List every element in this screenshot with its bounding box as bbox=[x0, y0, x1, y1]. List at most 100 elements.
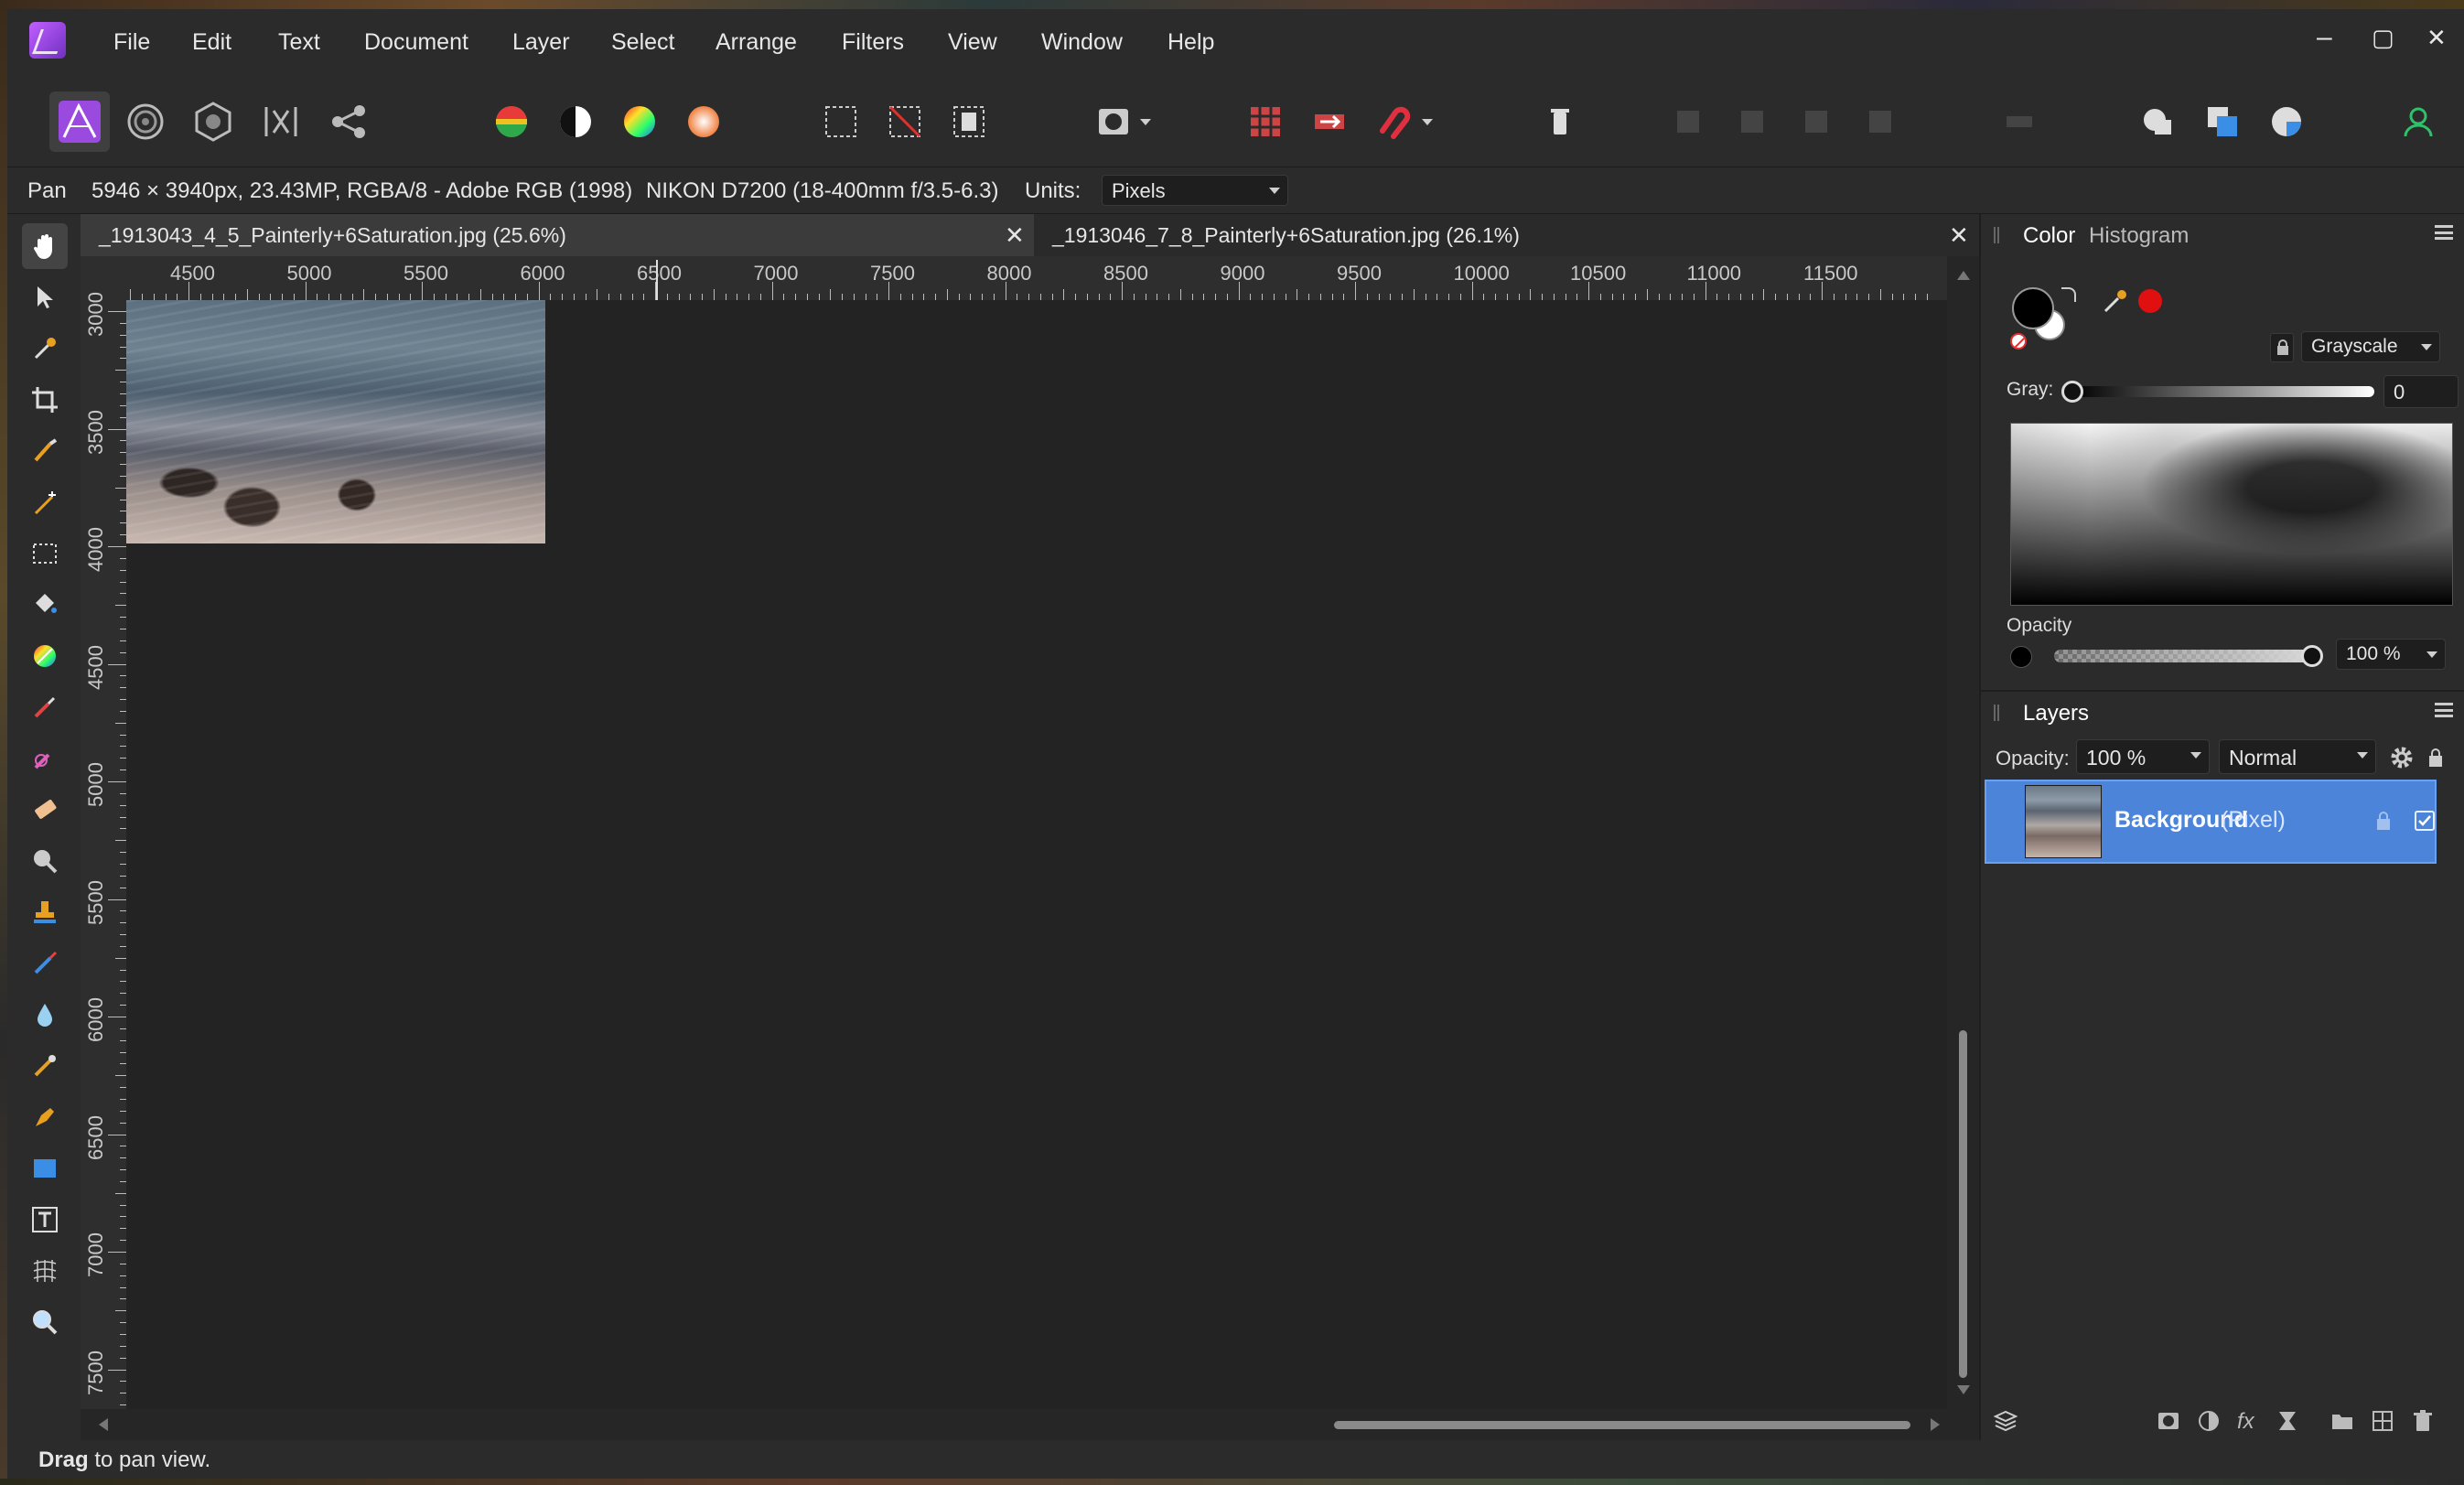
canvas-area[interactable] bbox=[126, 300, 1947, 1409]
menu-file[interactable]: File bbox=[113, 29, 150, 56]
folder-icon[interactable] bbox=[2330, 1409, 2354, 1433]
adjustment-layer-icon[interactable] bbox=[2197, 1409, 2221, 1433]
selection-brush-tool[interactable] bbox=[22, 428, 68, 474]
arrange-back-button[interactable] bbox=[1658, 91, 1718, 152]
panel-grip-icon[interactable] bbox=[1994, 227, 1999, 243]
swap-colors-icon[interactable] bbox=[2061, 287, 2076, 302]
live-filter-icon[interactable] bbox=[2276, 1409, 2299, 1433]
flood-select-tool[interactable] bbox=[22, 479, 68, 525]
layer-row-background[interactable]: Background (Pixel) bbox=[1985, 780, 2437, 864]
tab-histogram[interactable]: Histogram bbox=[2089, 223, 2189, 249]
mask-layer-icon[interactable] bbox=[2157, 1409, 2180, 1433]
menu-help[interactable]: Help bbox=[1167, 29, 1214, 56]
dodge-tool[interactable] bbox=[22, 838, 68, 884]
minimize-button[interactable]: ‒ bbox=[2317, 22, 2332, 53]
gray-slider[interactable] bbox=[2072, 386, 2374, 397]
layer-lock-icon[interactable] bbox=[2374, 809, 2393, 833]
layer-visibility-checkbox[interactable] bbox=[2415, 811, 2435, 831]
trash-icon[interactable] bbox=[2411, 1409, 2435, 1433]
vertical-scrollbar[interactable] bbox=[1947, 256, 1979, 1409]
hsl-button[interactable] bbox=[609, 91, 670, 152]
erase-brush-tool[interactable] bbox=[22, 787, 68, 833]
horizontal-scrollbar[interactable] bbox=[81, 1409, 1979, 1440]
gray-slider-knob[interactable] bbox=[2061, 381, 2083, 403]
lock-icon[interactable] bbox=[2424, 743, 2448, 772]
gradient-tool[interactable] bbox=[22, 633, 68, 679]
lock-icon[interactable] bbox=[2270, 333, 2294, 362]
smudge-brush-tool[interactable] bbox=[22, 1043, 68, 1089]
flood-fill-tool[interactable] bbox=[22, 582, 68, 628]
eyedropper-icon[interactable] bbox=[2102, 285, 2131, 315]
blend-mode-select[interactable]: Normal bbox=[2219, 739, 2376, 774]
close-icon[interactable]: ✕ bbox=[1005, 221, 1025, 250]
artistic-text-tool[interactable] bbox=[22, 1197, 68, 1243]
units-select[interactable]: Pixels bbox=[1102, 175, 1288, 206]
snapping-grid-button[interactable] bbox=[1235, 91, 1296, 152]
deselect-button[interactable] bbox=[875, 91, 935, 152]
close-icon[interactable]: ✕ bbox=[1949, 221, 1969, 250]
tab-document-1[interactable]: _1913043_4_5_Painterly+6Saturation.jpg (… bbox=[81, 214, 1034, 256]
white-balance-button[interactable] bbox=[545, 91, 606, 152]
marquee-select-button[interactable] bbox=[811, 91, 871, 152]
fill-swatch[interactable] bbox=[2012, 287, 2054, 329]
zoom-tool[interactable] bbox=[22, 1299, 68, 1345]
arrange-forward-button[interactable] bbox=[1786, 91, 1846, 152]
scroll-up-icon[interactable] bbox=[1957, 271, 1970, 280]
color-opacity-knob[interactable] bbox=[2301, 645, 2323, 667]
layers-stack-icon[interactable] bbox=[1994, 1409, 2017, 1433]
quick-mask-dropdown[interactable] bbox=[1131, 91, 1157, 152]
tone-mapping-persona-button[interactable] bbox=[251, 91, 311, 152]
panel-grip-icon[interactable] bbox=[1994, 705, 1999, 721]
tab-document-2[interactable]: _1913046_7_8_Painterly+6Saturation.jpg (… bbox=[1034, 214, 1979, 256]
pixel-layer-icon[interactable] bbox=[2371, 1409, 2394, 1433]
boolean-intersect-button[interactable] bbox=[2256, 91, 2317, 152]
menu-window[interactable]: Window bbox=[1041, 29, 1123, 56]
color-opacity-field[interactable]: 100 % bbox=[2336, 639, 2446, 670]
color-mode-select[interactable]: Grayscale bbox=[2301, 331, 2440, 362]
menu-text[interactable]: Text bbox=[278, 29, 320, 56]
menu-arrange[interactable]: Arrange bbox=[716, 29, 797, 56]
assistant-button[interactable] bbox=[2388, 91, 2448, 152]
horizontal-scroll-thumb[interactable] bbox=[1334, 1421, 1910, 1429]
panel-menu-icon[interactable] bbox=[2435, 703, 2453, 717]
preferences-clip-button[interactable] bbox=[1530, 91, 1590, 152]
color-replacement-tool[interactable] bbox=[22, 736, 68, 781]
tab-color[interactable]: Color bbox=[2023, 223, 2075, 249]
menu-filters[interactable]: Filters bbox=[842, 29, 904, 56]
vertical-scroll-thumb[interactable] bbox=[1959, 1030, 1967, 1378]
affinity-photo-logo-icon[interactable] bbox=[29, 22, 66, 59]
close-window-button[interactable]: ✕ bbox=[2426, 24, 2447, 52]
force-pixel-alignment-button[interactable] bbox=[1299, 91, 1360, 152]
color-picker-tool[interactable] bbox=[22, 326, 68, 371]
menu-layer[interactable]: Layer bbox=[512, 29, 570, 56]
menu-document[interactable]: Document bbox=[364, 29, 468, 56]
menu-view[interactable]: View bbox=[948, 29, 997, 56]
marquee-tool[interactable] bbox=[22, 531, 68, 576]
clone-brush-tool[interactable] bbox=[22, 889, 68, 935]
pen-tool[interactable] bbox=[22, 1094, 68, 1140]
arrange-backward-button[interactable] bbox=[1722, 91, 1782, 152]
picked-color-swatch[interactable] bbox=[2138, 289, 2162, 313]
gray-value-field[interactable]: 0 bbox=[2383, 375, 2459, 408]
panel-menu-icon[interactable] bbox=[2435, 225, 2453, 240]
export-persona-button[interactable] bbox=[318, 91, 379, 152]
crop-tool[interactable] bbox=[22, 377, 68, 423]
fx-icon[interactable]: fx bbox=[2237, 1409, 2261, 1434]
scroll-right-icon[interactable] bbox=[1931, 1418, 1940, 1431]
paint-brush-tool[interactable] bbox=[22, 684, 68, 730]
view-tool[interactable] bbox=[22, 223, 68, 269]
align-button[interactable] bbox=[1989, 91, 2050, 152]
menu-edit[interactable]: Edit bbox=[192, 29, 231, 56]
invert-selection-button[interactable] bbox=[939, 91, 999, 152]
menu-select[interactable]: Select bbox=[611, 29, 674, 56]
develop-persona-button[interactable] bbox=[183, 91, 243, 152]
scroll-left-icon[interactable] bbox=[99, 1418, 108, 1431]
blemish-removal-tool[interactable] bbox=[22, 941, 68, 986]
auto-color-button[interactable] bbox=[673, 91, 734, 152]
boolean-subtract-button[interactable] bbox=[2192, 91, 2253, 152]
maximize-button[interactable]: ▢ bbox=[2372, 24, 2394, 52]
snapping-dropdown[interactable] bbox=[1413, 91, 1438, 152]
blur-brush-tool[interactable] bbox=[22, 992, 68, 1038]
boolean-add-button[interactable] bbox=[2128, 91, 2189, 152]
rectangle-tool[interactable] bbox=[22, 1146, 68, 1191]
